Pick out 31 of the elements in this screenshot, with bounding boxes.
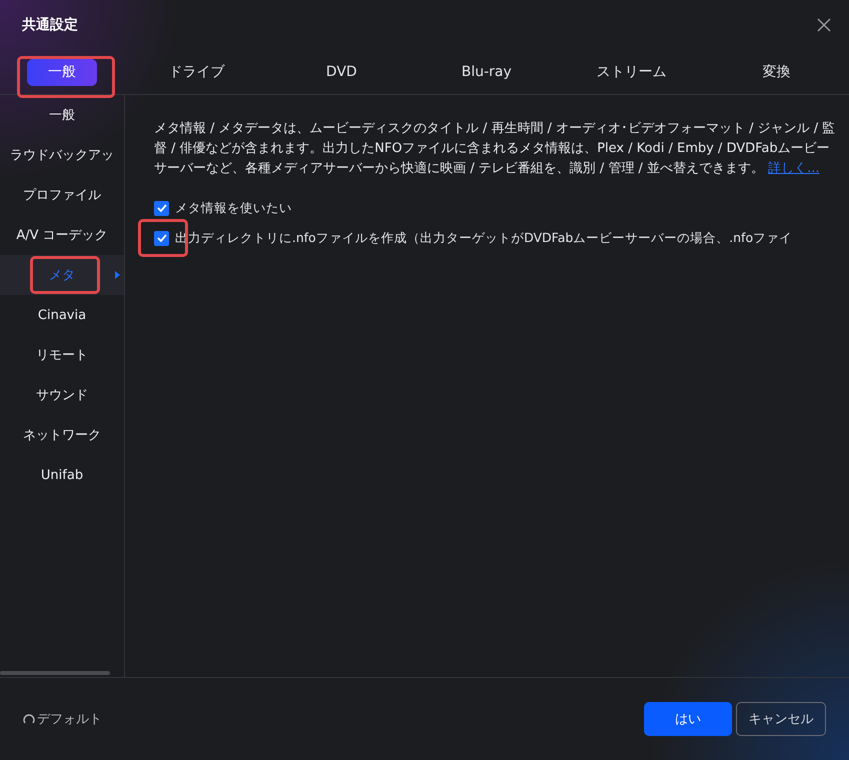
cancel-button[interactable]: キャンセル <box>736 702 826 736</box>
tab[interactable]: Blu-ray <box>451 60 522 84</box>
close-icon[interactable] <box>817 18 831 32</box>
sidebar-item[interactable]: サウンド <box>36 386 88 404</box>
default-label[interactable]: デフォルト <box>37 710 102 728</box>
triangle-icon <box>115 271 120 279</box>
tab[interactable]: 変換 <box>752 59 800 85</box>
tab[interactable]: ドライブ <box>158 59 234 85</box>
reset-icon[interactable] <box>23 713 35 725</box>
details-link[interactable]: 詳しく... <box>768 161 820 176</box>
highlight-frame <box>138 219 188 257</box>
sidebar-item[interactable]: プロファイル <box>23 186 101 204</box>
window-title: 共通設定 <box>22 16 78 34</box>
sidebar-item[interactable]: A/V コーデック <box>16 226 108 244</box>
sidebar-item[interactable]: ラウドバックアッ <box>10 146 114 164</box>
sidebar-item[interactable]: Unifab <box>40 468 84 482</box>
sidebar-item[interactable]: リモート <box>36 346 88 364</box>
scrollbar-thumb[interactable] <box>0 671 110 675</box>
confirm-button[interactable]: はい <box>644 702 732 736</box>
tab[interactable]: 一般 <box>27 58 97 86</box>
checkbox[interactable] <box>154 200 169 216</box>
tab[interactable]: DVD <box>316 60 367 84</box>
description-text: メタ情報 / メタデータは、ムービーディスクのタイトル / 再生時間 / オーディオ･ビデオフォーマット / ジャンル / 監督 / 俳優などが含まれます。出力したNFOファイルに含まれるメタ情報は、Plex / Kodi / Emby / DVDFabムービーサーバーなど、各種メディアサーバーから快適に映画 / テレビ番組を、識別 / 管理 / 並べ替えできます。 詳しく... <box>154 120 836 178</box>
checkbox-label: メタ情報を使いたい <box>175 200 292 216</box>
sidebar-item[interactable]: 一般 <box>49 106 75 124</box>
highlight-frame <box>30 256 100 294</box>
tab[interactable]: ストリーム <box>586 59 676 85</box>
sidebar-item[interactable]: Cinavia <box>38 308 86 322</box>
sidebar-item[interactable]: ネットワーク <box>23 426 101 444</box>
sidebar-item[interactable]: メタ <box>49 266 75 284</box>
checkbox[interactable] <box>154 230 169 246</box>
